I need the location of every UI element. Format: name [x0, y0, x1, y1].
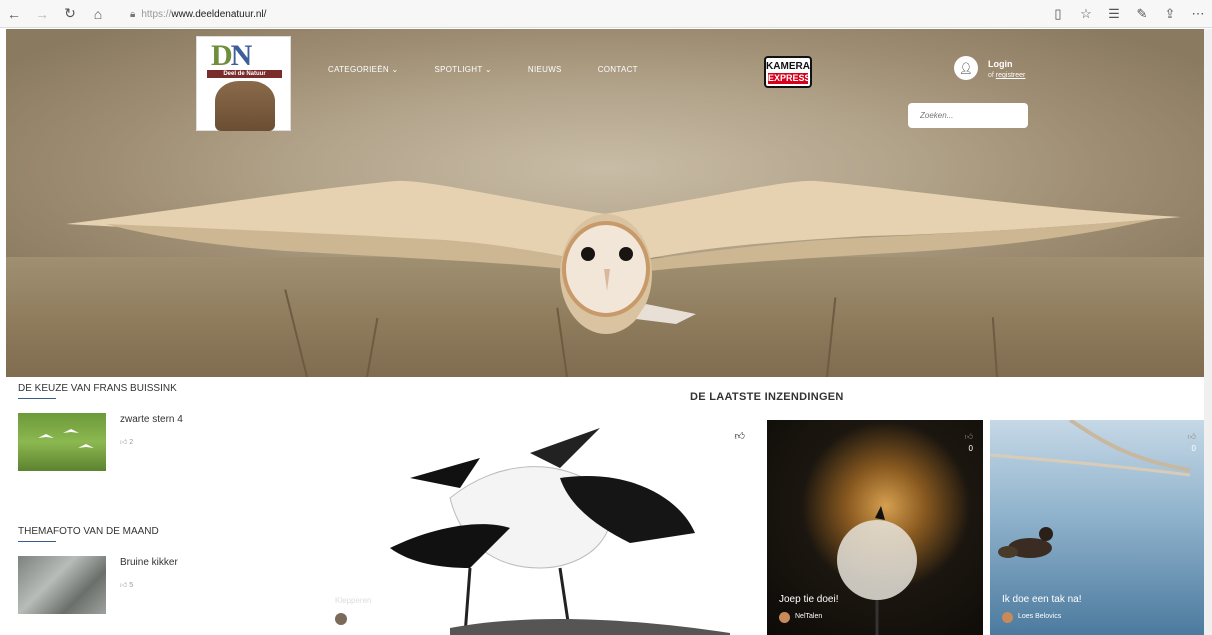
theme-section-title: THEMAFOTO VAN DE MAAND: [18, 526, 159, 537]
refresh-icon[interactable]: ↻: [56, 0, 84, 28]
theme-item-title[interactable]: Bruine kikker: [120, 557, 178, 568]
login-link[interactable]: Login: [988, 59, 1013, 69]
choice-section-title: DE KEUZE VAN FRANS BUISSINK: [18, 383, 177, 394]
url-host: www.deeldenatuur.nl/: [171, 8, 267, 20]
site-logo[interactable]: DN Deel de Natuur: [196, 36, 291, 131]
menu-contact[interactable]: CONTACT: [598, 65, 638, 74]
card-author[interactable]: Loes Belovics: [1018, 613, 1061, 620]
author-avatar: [1002, 612, 1013, 623]
latest-section-title: DE LAATSTE INZENDINGEN: [690, 391, 844, 403]
submission-card[interactable]: 👍︎ 0 Joep tie doei! NelTalen: [767, 420, 983, 635]
more-icon[interactable]: ⋯: [1184, 6, 1212, 22]
theme-thumbnail[interactable]: [18, 556, 106, 614]
favorite-star-icon[interactable]: ☆: [1072, 6, 1100, 22]
sponsor-bottom: EXPRESS: [768, 73, 811, 84]
lock-icon: 🔒︎: [130, 8, 136, 20]
choice-item-title[interactable]: zwarte stern 4: [120, 414, 183, 425]
featured-photo[interactable]: Klepperen 👍︎: [330, 418, 755, 635]
choice-likes: 👍︎ 2: [120, 437, 133, 446]
user-icon[interactable]: 👤︎: [954, 56, 978, 80]
thumbs-up-icon: 👍︎: [120, 582, 128, 589]
register-prefix: of: [988, 72, 994, 79]
favorites-list-icon[interactable]: ☰: [1100, 6, 1128, 22]
reading-view-icon[interactable]: ▯: [1044, 6, 1072, 22]
theme-likes: 👍︎ 5: [120, 580, 133, 589]
featured-caption: Klepperen: [335, 596, 372, 605]
thumbs-up-icon[interactable]: 👍︎: [1188, 432, 1196, 442]
forward-icon[interactable]: →: [28, 0, 56, 28]
register-text: of registreer: [988, 72, 1025, 79]
theme-likes-count: 5: [129, 582, 134, 589]
main-menu: CATEGORIEËN ⌄ SPOTLIGHT ⌄ NIEUWS CONTACT: [328, 65, 674, 74]
menu-nieuws[interactable]: NIEUWS: [528, 65, 562, 74]
author-avatar: [779, 612, 790, 623]
terns-image: [38, 429, 94, 448]
share-icon[interactable]: ⇪: [1156, 6, 1184, 22]
thumbs-up-icon[interactable]: 👍︎: [965, 432, 973, 442]
address-bar[interactable]: 🔒︎ https://www.deeldenatuur.nl/: [130, 4, 1080, 24]
sponsor-top: KAMERA: [766, 61, 810, 72]
sponsor-logo[interactable]: KAMERA EXPRESS: [764, 56, 812, 88]
card-title[interactable]: Ik doe een tak na!: [1002, 594, 1082, 605]
logo-text: Deel de Natuur: [207, 70, 282, 78]
theme-title-underline: [18, 541, 56, 542]
url-protocol: https://: [141, 8, 172, 20]
search-input[interactable]: [908, 103, 1028, 128]
card-title[interactable]: Joep tie doei!: [779, 594, 839, 605]
card-like-count: 0: [1191, 444, 1196, 453]
thumbs-up-icon: 👍︎: [120, 439, 128, 446]
card-author[interactable]: NelTalen: [795, 613, 822, 620]
menu-spotlight[interactable]: SPOTLIGHT ⌄: [434, 65, 491, 74]
browser-toolbar: ← → ↻ ⌂ 🔒︎ https://www.deeldenatuur.nl/ …: [0, 0, 1212, 28]
logo-monogram: DN: [211, 39, 252, 72]
choice-likes-count: 2: [129, 439, 134, 446]
choice-thumbnail[interactable]: [18, 413, 106, 471]
menu-categorieen[interactable]: CATEGORIEËN ⌄: [328, 65, 398, 74]
home-icon[interactable]: ⌂: [84, 0, 112, 28]
pen-icon[interactable]: ✎: [1128, 6, 1156, 22]
scrollbar[interactable]: [1204, 29, 1212, 635]
card-like-count: 0: [968, 444, 973, 453]
choice-title-underline: [18, 398, 56, 399]
thumbs-up-icon[interactable]: 👍︎: [735, 430, 745, 442]
register-link[interactable]: registreer: [996, 72, 1026, 79]
owl-photo: [66, 180, 1181, 334]
submission-card[interactable]: 👍︎ 0 Ik doe een tak na! Loes Belovics: [990, 420, 1206, 635]
logo-deer-image: [215, 81, 275, 131]
back-icon[interactable]: ←: [0, 0, 28, 28]
storks-image: [335, 428, 730, 635]
hero-banner: DN Deel de Natuur CATEGORIEËN ⌄ SPOTLIGH…: [6, 29, 1204, 377]
